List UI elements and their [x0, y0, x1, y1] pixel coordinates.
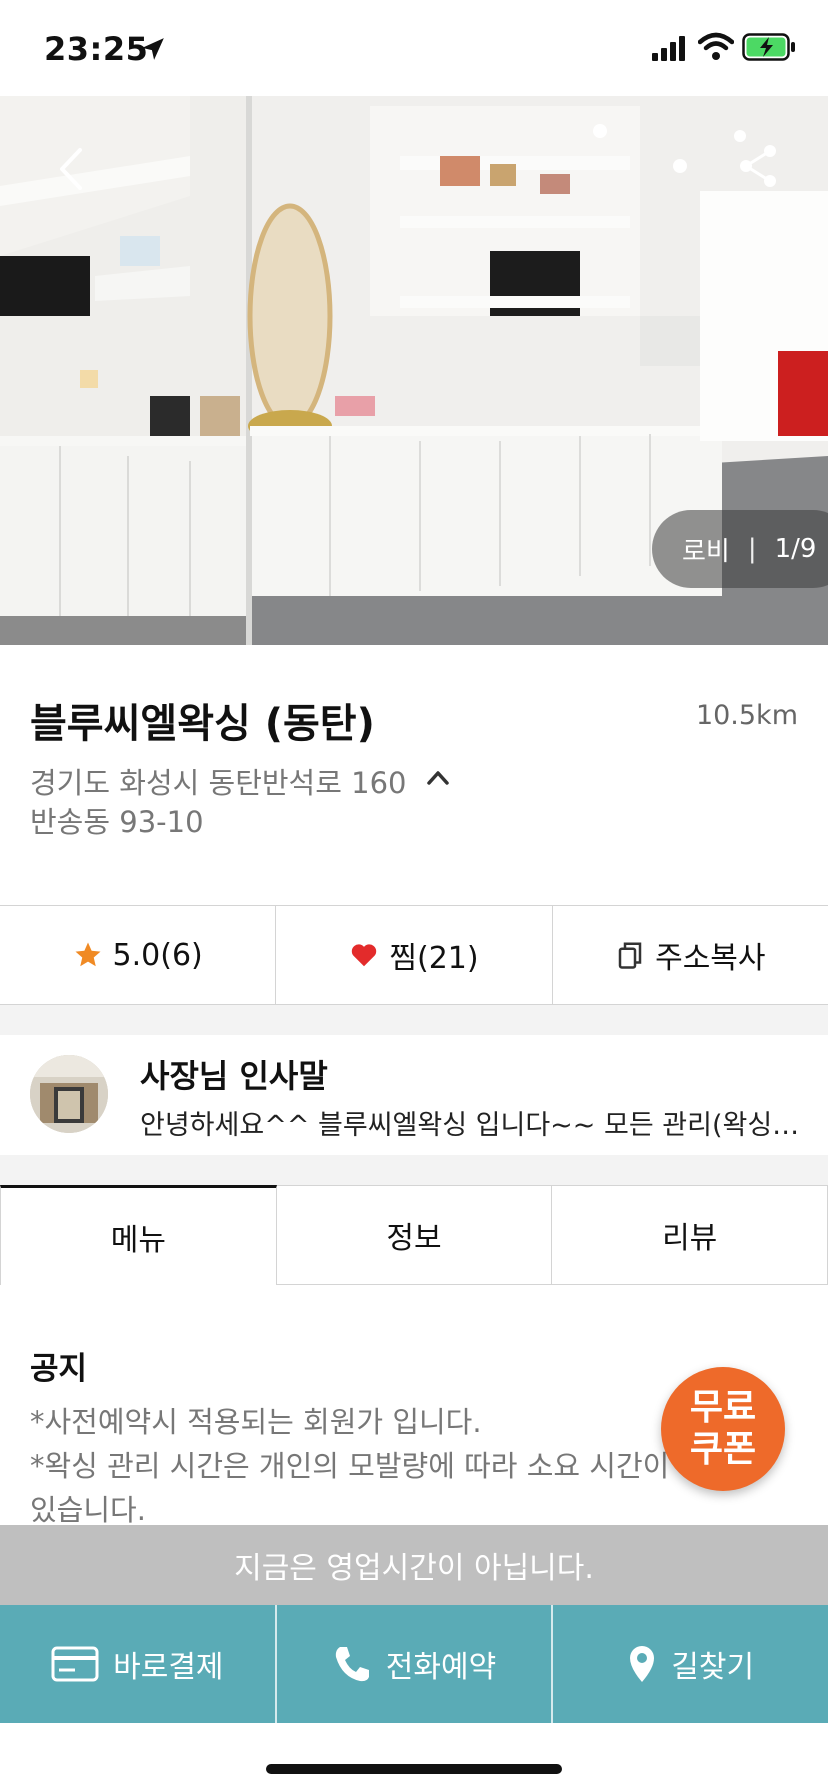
photo-counter: 로비 | 1/9 [652, 510, 828, 588]
coupon-line2: 쿠폰 [689, 1429, 757, 1470]
owner-greeting[interactable]: 사장님 인사말 안녕하세요^^ 블루씨엘왁싱 입니다~~ 모든 관리(왁싱)는 … [0, 1035, 828, 1155]
wifi-icon [698, 32, 734, 60]
section-divider [0, 1005, 828, 1035]
back-chevron-icon[interactable] [52, 144, 92, 194]
pay-now-button[interactable]: 바로결제 [0, 1605, 277, 1723]
tab-info[interactable]: 정보 [276, 1185, 553, 1285]
road-address: 경기도 화성시 동탄반석로 160 [30, 766, 407, 800]
favorite-button[interactable]: 찜(21) [276, 906, 553, 1004]
copy-address-label: 주소복사 [655, 941, 766, 976]
photo-label: 로비 [682, 536, 730, 567]
pay-now-label: 바로결제 [113, 1650, 224, 1685]
action-row: 5.0(6) 찜(21) 주소복사 [0, 905, 828, 1005]
shop-name: 블루씨엘왁싱 (동탄) [30, 701, 375, 747]
chevron-up-icon[interactable] [426, 766, 450, 788]
notice-title: 공지 [30, 1351, 88, 1387]
status-time: 23:25 [44, 30, 149, 68]
tab-menu[interactable]: 메뉴 [0, 1185, 277, 1285]
location-arrow-icon [142, 38, 164, 60]
cellular-signal-icon [652, 36, 685, 61]
phone-reservation-button[interactable]: 전화예약 [277, 1605, 554, 1723]
hero-photo-gallery[interactable]: 로비 | 1/9 [0, 96, 828, 645]
phone-reservation-label: 전화예약 [385, 1650, 497, 1685]
copy-icon [618, 942, 642, 969]
heart-icon [352, 944, 377, 967]
photo-separator: | [747, 534, 757, 564]
favorite-label: 찜(21) [389, 941, 479, 976]
home-indicator[interactable] [266, 1764, 562, 1774]
distance: 10.5km [695, 700, 798, 731]
shop-info: 블루씨엘왁싱 (동탄) 10.5km 경기도 화성시 동탄반석로 160 반송동… [0, 645, 828, 905]
battery-charging-icon [742, 33, 795, 61]
coupon-line1: 무료 [689, 1387, 757, 1428]
star-icon [75, 942, 101, 967]
free-coupon-button[interactable]: 무료 쿠폰 [661, 1367, 785, 1491]
lot-address: 반송동 93-10 [30, 805, 204, 839]
notice-line: *왁싱 관리 시간은 개인의 모발량에 따라 소요 시간이 다를 수 [30, 1449, 768, 1483]
notice-line: *사전예약시 적용되는 회원가 입니다. [30, 1405, 482, 1439]
tab-bar: 메뉴 정보 리뷰 [0, 1185, 828, 1285]
rating-label: 5.0(6) [112, 937, 203, 973]
copy-address-button[interactable]: 주소복사 [553, 906, 828, 1004]
phone-icon [335, 1647, 369, 1682]
photo-index: 1/9 [774, 534, 817, 564]
directions-button[interactable]: 길찾기 [553, 1605, 828, 1723]
map-pin-icon [630, 1646, 655, 1682]
closed-banner: 지금은 영업시간이 아닙니다. [0, 1525, 828, 1605]
credit-card-icon [51, 1646, 99, 1682]
bottom-action-bar: 바로결제 전화예약 길찾기 [0, 1605, 828, 1723]
avatar [30, 1055, 108, 1133]
greeting-title: 사장님 인사말 [140, 1057, 328, 1095]
rating-button[interactable]: 5.0(6) [0, 906, 277, 1004]
share-icon[interactable] [736, 142, 780, 190]
tab-reviews[interactable]: 리뷰 [552, 1185, 828, 1285]
status-bar: 23:25 [0, 0, 828, 96]
section-divider [0, 1155, 828, 1185]
greeting-text: 안녕하세요^^ 블루씨엘왁싱 입니다~~ 모든 관리(왁싱)는 회원가 적용됩니… [140, 1110, 805, 1141]
notice-line: 있습니다. [30, 1493, 146, 1527]
directions-label: 길찾기 [671, 1650, 755, 1685]
